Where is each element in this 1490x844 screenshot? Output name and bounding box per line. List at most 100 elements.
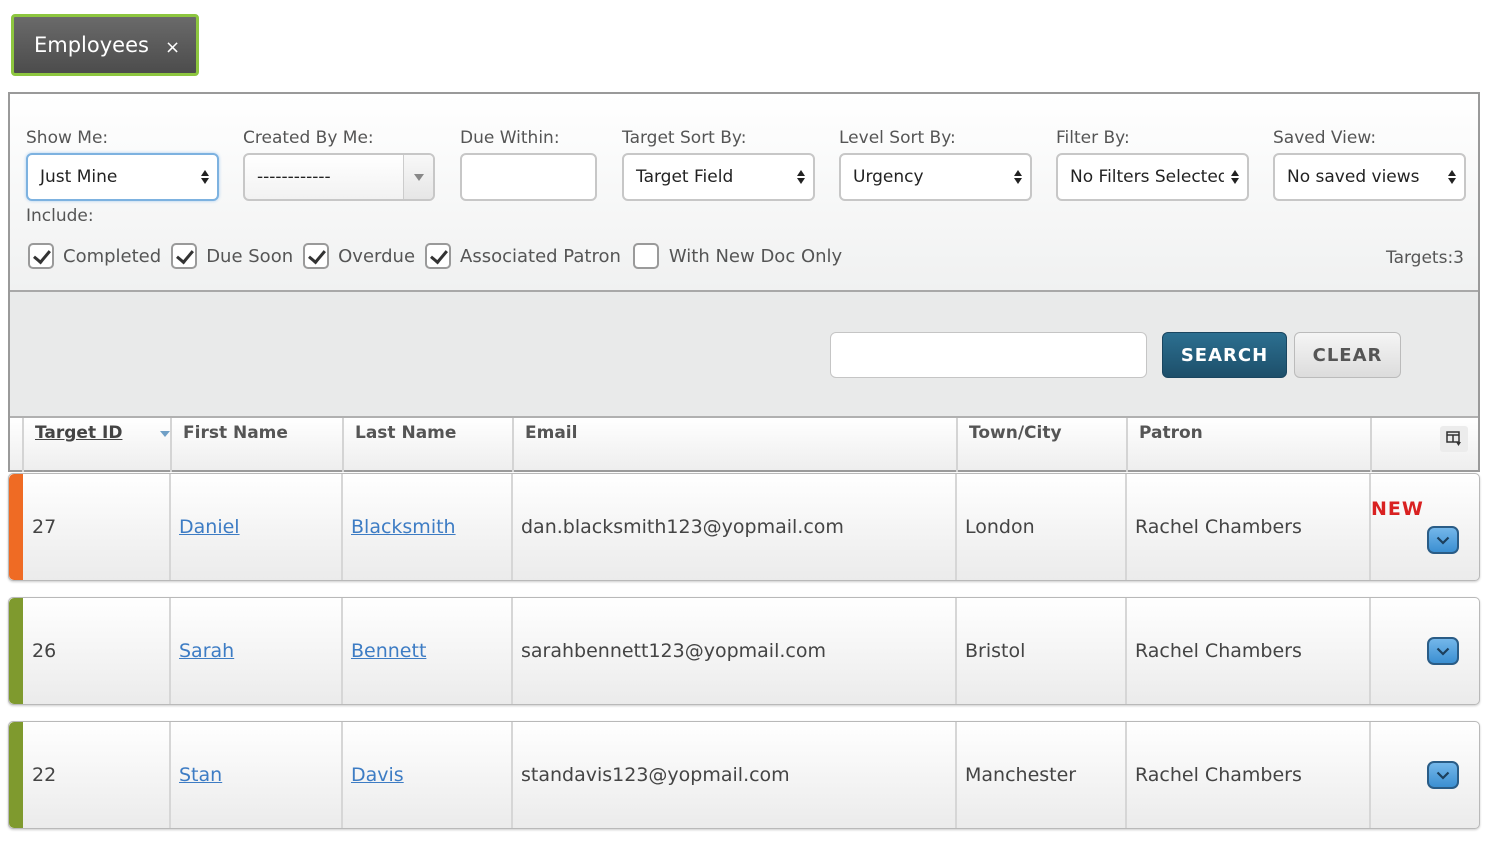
targets-count: Targets:3	[1386, 248, 1464, 268]
cell-patron: Rachel Chambers	[1125, 598, 1369, 704]
level-sort-by-label: Level Sort By:	[839, 128, 956, 148]
first-name-link[interactable]: Stan	[179, 764, 222, 786]
first-name-link[interactable]: Sarah	[179, 640, 234, 662]
status-indicator	[9, 474, 23, 580]
cell-email: dan.blacksmith123@yopmail.com	[511, 474, 955, 580]
cell-first-name: Stan	[169, 722, 341, 828]
column-patron[interactable]: Patron	[1126, 418, 1370, 472]
chevron-down-icon	[403, 155, 433, 199]
level-sort-by-value: Urgency	[853, 167, 924, 187]
table-row[interactable]: 27 Daniel Blacksmith dan.blacksmith123@y…	[8, 473, 1480, 581]
filter-by-label: Filter By:	[1056, 128, 1130, 148]
include-new-doc-only[interactable]: With New Doc Only	[631, 243, 842, 269]
created-by-me-value: ------------	[257, 167, 331, 187]
column-last-name[interactable]: Last Name	[342, 418, 512, 472]
target-sort-by-select[interactable]: Target Field	[622, 153, 815, 201]
checkbox-checked-icon[interactable]	[171, 243, 198, 269]
cell-target-id: 27	[32, 516, 57, 538]
target-sort-by-label: Target Sort By:	[622, 128, 747, 148]
expand-row-button[interactable]	[1427, 637, 1459, 665]
include-label: Include:	[26, 206, 94, 226]
clear-button[interactable]: CLEAR	[1294, 332, 1401, 378]
cell-target-id: 26	[32, 640, 57, 662]
expand-row-button[interactable]	[1427, 526, 1459, 554]
tab-label: Employees	[34, 33, 149, 57]
status-indicator	[9, 598, 23, 704]
select-arrows-icon	[1012, 167, 1024, 187]
include-due-soon-label: Due Soon	[206, 245, 294, 267]
last-name-link[interactable]: Davis	[351, 764, 404, 786]
cell-patron: Rachel Chambers	[1125, 722, 1369, 828]
chevron-down-icon	[1436, 771, 1450, 780]
select-arrows-icon	[1229, 167, 1241, 187]
select-arrows-icon	[199, 167, 211, 187]
select-arrows-icon	[1446, 167, 1458, 187]
level-sort-by-select[interactable]: Urgency	[839, 153, 1032, 201]
created-by-me-select[interactable]: ------------	[243, 153, 435, 201]
cell-first-name: Sarah	[169, 598, 341, 704]
search-bar: SEARCH CLEAR	[10, 290, 1478, 416]
filter-bar: Show Me: Just Mine Created By Me: ------…	[10, 94, 1478, 290]
filter-by-select[interactable]: No Filters Selected	[1056, 153, 1249, 201]
expand-row-button[interactable]	[1427, 761, 1459, 789]
checkbox-unchecked-icon[interactable]	[632, 243, 659, 269]
status-indicator	[9, 722, 23, 828]
cell-town-city: Bristol	[955, 598, 1125, 704]
chevron-down-icon	[1436, 536, 1450, 545]
cell-town-city: Manchester	[955, 722, 1125, 828]
table-row[interactable]: 22 Stan Davis standavis123@yopmail.com M…	[8, 721, 1480, 829]
last-name-link[interactable]: Blacksmith	[351, 516, 456, 538]
cell-patron: Rachel Chambers	[1125, 474, 1369, 580]
column-target-id[interactable]: Target ID	[22, 418, 170, 472]
saved-view-value: No saved views	[1287, 167, 1420, 187]
include-options: Completed Due Soon Overdue Associated Pa…	[28, 243, 852, 269]
column-first-name[interactable]: First Name	[170, 418, 342, 472]
column-email[interactable]: Email	[512, 418, 956, 472]
include-associated-patron[interactable]: Associated Patron	[425, 243, 621, 269]
cell-email: sarahbennett123@yopmail.com	[511, 598, 955, 704]
cell-actions	[1369, 598, 1479, 704]
include-associated-patron-label: Associated Patron	[460, 245, 621, 267]
last-name-link[interactable]: Bennett	[351, 640, 426, 662]
checkbox-checked-icon[interactable]	[425, 243, 452, 269]
include-completed[interactable]: Completed	[28, 243, 161, 269]
filter-by-value: No Filters Selected	[1070, 167, 1224, 187]
cell-target-id: 22	[32, 764, 57, 786]
cell-email: standavis123@yopmail.com	[511, 722, 955, 828]
sort-desc-icon	[160, 431, 170, 437]
checkbox-checked-icon[interactable]	[28, 243, 54, 269]
first-name-link[interactable]: Daniel	[179, 516, 240, 538]
due-within-input[interactable]	[460, 153, 597, 201]
saved-view-select[interactable]: No saved views	[1273, 153, 1466, 201]
select-arrows-icon	[795, 167, 807, 187]
table-header: Target ID First Name Last Name Email Tow…	[10, 416, 1478, 472]
show-me-label: Show Me:	[26, 128, 109, 148]
checkbox-checked-icon[interactable]	[303, 243, 330, 269]
chevron-down-icon	[1436, 647, 1450, 656]
column-options	[1370, 418, 1478, 472]
cell-last-name: Davis	[341, 722, 511, 828]
employees-tab[interactable]: Employees ×	[11, 14, 199, 76]
filter-panel: Show Me: Just Mine Created By Me: ------…	[8, 92, 1480, 472]
column-target-id-label: Target ID	[35, 423, 123, 443]
cell-actions	[1369, 474, 1479, 580]
include-due-soon[interactable]: Due Soon	[171, 243, 293, 269]
cell-last-name: Bennett	[341, 598, 511, 704]
include-completed-label: Completed	[63, 245, 162, 267]
column-town-city[interactable]: Town/City	[956, 418, 1126, 472]
include-overdue-label: Overdue	[338, 245, 416, 267]
include-overdue[interactable]: Overdue	[303, 243, 415, 269]
search-input[interactable]	[830, 332, 1147, 378]
close-icon[interactable]: ×	[165, 37, 180, 58]
column-chooser-icon[interactable]	[1440, 426, 1468, 452]
cell-town-city: London	[955, 474, 1125, 580]
created-by-me-label: Created By Me:	[243, 128, 374, 148]
search-button[interactable]: SEARCH	[1162, 332, 1287, 378]
cell-actions	[1369, 722, 1479, 828]
cell-first-name: Daniel	[169, 474, 341, 580]
show-me-value: Just Mine	[40, 167, 118, 187]
target-sort-by-value: Target Field	[636, 167, 734, 187]
include-new-doc-only-label: With New Doc Only	[668, 245, 843, 267]
table-row[interactable]: 26 Sarah Bennett sarahbennett123@yopmail…	[8, 597, 1480, 705]
show-me-select[interactable]: Just Mine	[26, 153, 219, 201]
